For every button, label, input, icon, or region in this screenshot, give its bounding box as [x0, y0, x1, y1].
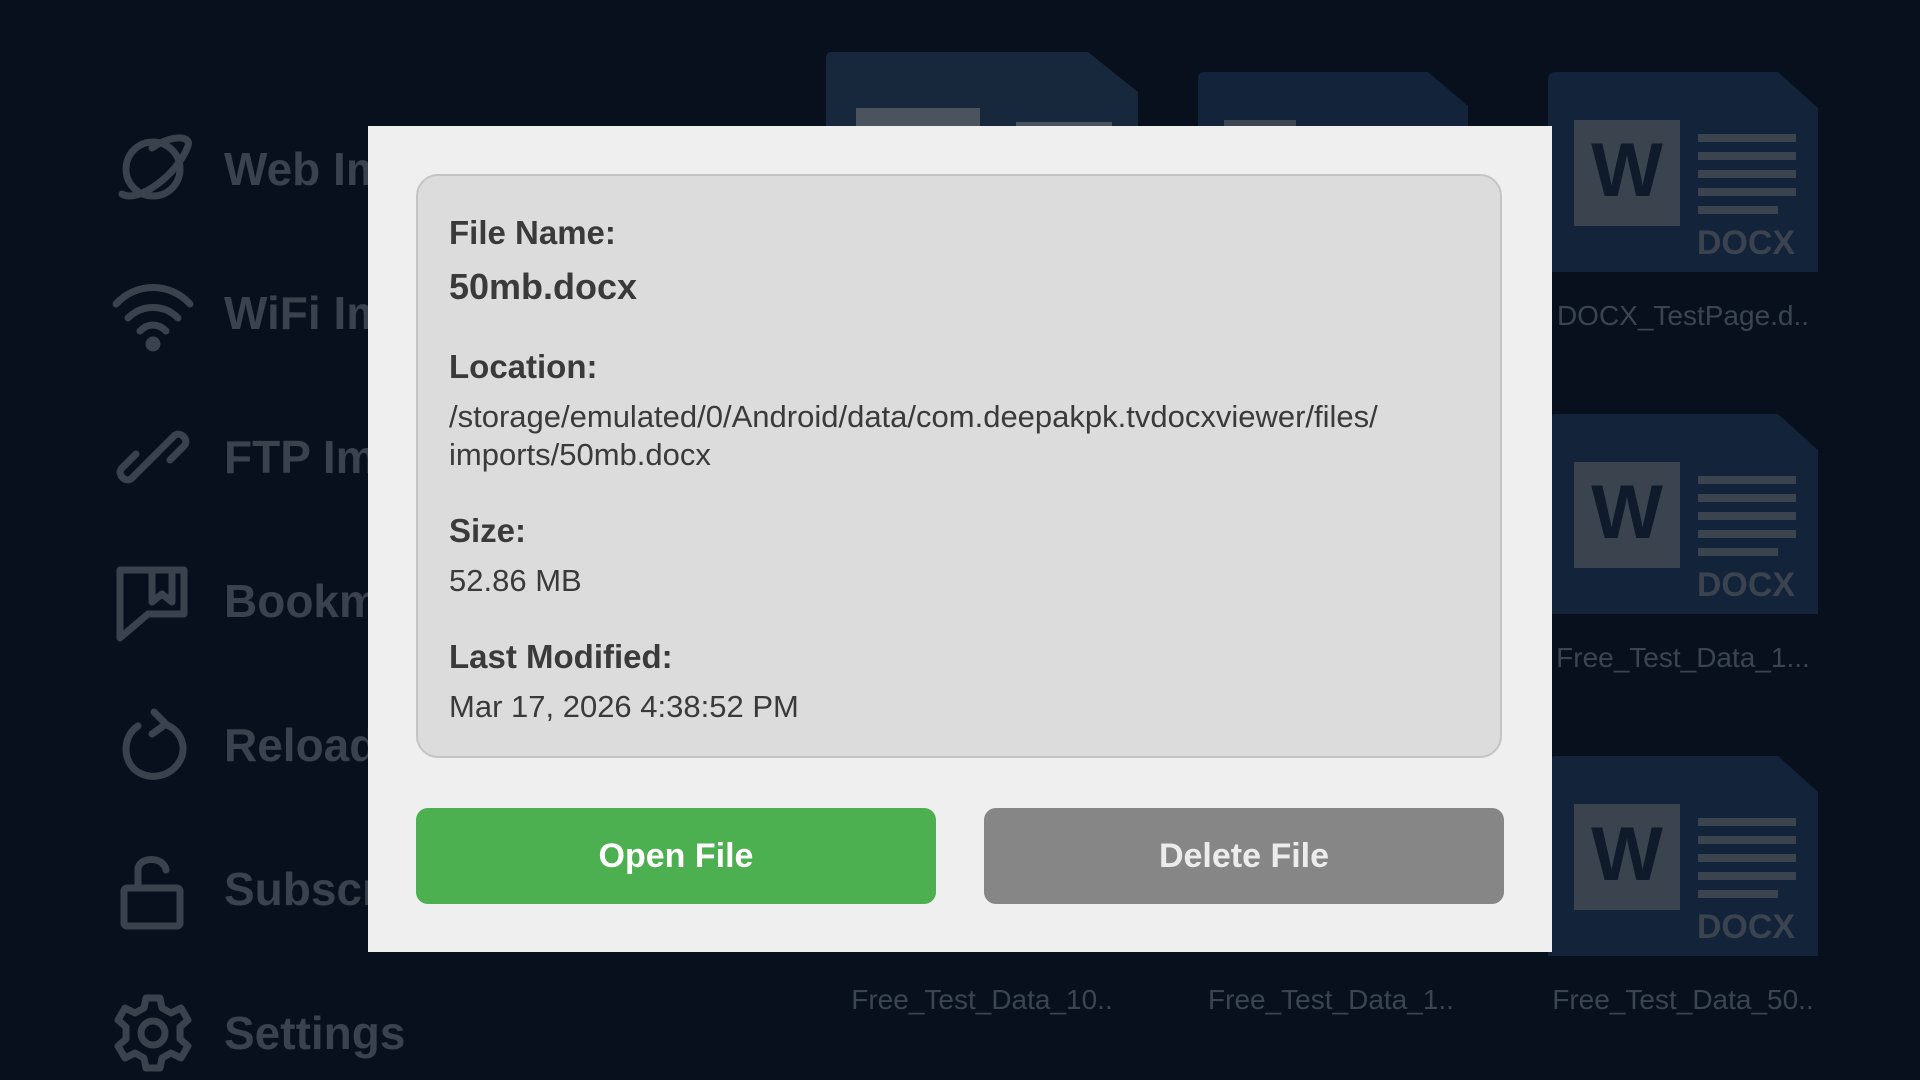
file-name-label: Free_Test_Data_1... — [1556, 642, 1810, 673]
sidebar-item-reload[interactable]: Reload — [108, 700, 377, 790]
docx-file-icon: W DOCX — [1548, 414, 1818, 614]
sidebar-item-wifi-import[interactable]: WiFi Im — [108, 268, 387, 358]
sidebar-item-settings[interactable]: Settings — [108, 988, 405, 1078]
planet-icon — [118, 134, 192, 200]
docx-letter: W — [1591, 128, 1663, 213]
docx-type-label: DOCX — [1697, 566, 1796, 604]
docx-type-label: DOCX — [1697, 908, 1796, 946]
file-details-dialog: File Name: 50mb.docx Location: /storage/… — [368, 126, 1552, 952]
last-modified-heading: Last Modified: — [449, 638, 673, 675]
location-value-line2: imports/50mb.docx — [449, 437, 711, 472]
sidebar-item-web-import[interactable]: Web Im — [108, 124, 387, 214]
location-value-line1: /storage/emulated/0/Android/data/com.dee… — [449, 399, 1378, 434]
sidebar-item-ftp-import[interactable]: FTP Im — [108, 412, 377, 502]
size-heading: Size: — [449, 512, 527, 549]
open-file-button[interactable]: Open File — [416, 808, 936, 904]
file-name-heading: File Name: — [449, 214, 616, 251]
sidebar-item-subscription[interactable]: Subscr — [108, 844, 380, 934]
lock-icon — [120, 856, 184, 930]
last-modified-value: Mar 17, 2026 4:38:52 PM — [449, 689, 799, 724]
link-icon — [116, 430, 190, 484]
file-name-label: DOCX_TestPage.d.. — [1556, 300, 1810, 331]
gear-icon — [114, 994, 192, 1072]
file-name-label: Free_Test_Data_1.. — [1208, 984, 1454, 1015]
wifi-icon — [112, 284, 194, 352]
location-heading: Location: — [449, 348, 598, 385]
reload-icon — [122, 708, 187, 780]
docx-file-icon: W DOCX — [1548, 72, 1818, 272]
sidebar-item-label: Web Im — [224, 143, 387, 195]
sidebar-item-label: Bookm — [224, 575, 380, 627]
sidebar-item-label: FTP Im — [224, 431, 377, 483]
delete-file-button[interactable]: Delete File — [984, 808, 1504, 904]
docx-letter: W — [1591, 470, 1663, 555]
docx-file-icon: W DOCX — [1548, 756, 1818, 956]
sidebar-item-label: Subscr — [224, 863, 380, 915]
sidebar-item-bookmarks[interactable]: Bookm — [108, 556, 380, 646]
file-name-label: Free_Test_Data_50.. — [1552, 984, 1814, 1015]
sidebar-item-label: WiFi Im — [224, 287, 388, 339]
file-info-card: File Name: 50mb.docx Location: /storage/… — [416, 174, 1502, 758]
file-thumbnail[interactable] — [826, 52, 1138, 132]
file-thumbnail[interactable] — [1198, 72, 1468, 132]
docx-letter: W — [1591, 812, 1663, 897]
sidebar-item-label: Reload — [224, 719, 378, 771]
sidebar-item-label: Settings — [224, 1007, 406, 1059]
bookmark-icon — [116, 566, 188, 642]
docx-type-label: DOCX — [1697, 224, 1796, 262]
size-value: 52.86 MB — [449, 563, 582, 598]
file-name-value: 50mb.docx — [449, 266, 638, 307]
file-name-label: Free_Test_Data_10.. — [851, 984, 1113, 1015]
